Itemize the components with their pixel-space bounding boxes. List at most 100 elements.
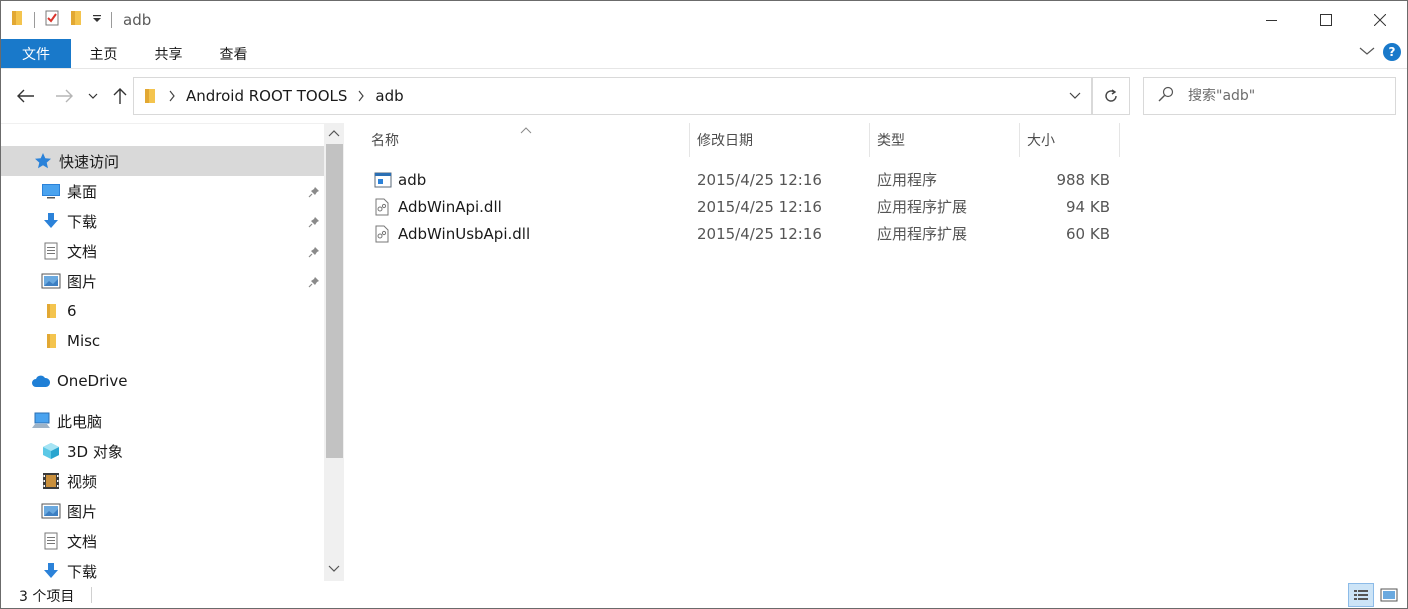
tab-file[interactable]: 文件 (1, 39, 71, 68)
tab-view[interactable]: 查看 (201, 39, 266, 68)
explorer-window: adb 文件 主页 共享 查看 ? Android ROOT TOOLS adb… (0, 0, 1408, 609)
column-header-name[interactable]: 名称 (371, 123, 399, 157)
file-modified: 2015/4/25 12:16 (697, 170, 822, 189)
large-icons-view-button[interactable] (1376, 583, 1402, 607)
chevron-down-icon[interactable] (1069, 89, 1081, 105)
pin-icon[interactable] (308, 214, 320, 232)
nav-item-folder-6[interactable]: 6 (1, 296, 324, 326)
details-view-button[interactable] (1348, 583, 1374, 607)
column-header-modified[interactable]: 修改日期 (697, 123, 753, 157)
nav-label: 下载 (67, 212, 98, 231)
recent-locations-button[interactable] (83, 84, 103, 108)
up-button[interactable] (107, 84, 133, 108)
file-list: 名称 修改日期 类型 大小 adb 2015/4/25 12:16 应用程序 9… (344, 123, 1407, 581)
folder-icon (11, 9, 25, 31)
file-row[interactable]: AdbWinApi.dll 2015/4/25 12:16 应用程序扩展 94 … (344, 193, 1407, 220)
file-size: 94 KB (1066, 197, 1110, 216)
folder-icon (41, 301, 61, 321)
properties-icon[interactable] (44, 9, 60, 31)
toolbar-divider (111, 12, 112, 28)
nav-item-3d-objects[interactable]: 3D 对象 (1, 436, 324, 466)
customize-toolbar-icon[interactable] (92, 12, 102, 28)
column-divider[interactable] (1019, 123, 1020, 157)
star-icon (33, 151, 53, 171)
window-title: adb (123, 11, 152, 29)
file-size: 60 KB (1066, 224, 1110, 243)
search-input[interactable] (1188, 88, 1378, 104)
documents-icon (41, 241, 61, 261)
nav-onedrive[interactable]: OneDrive (1, 366, 324, 396)
desktop-icon (41, 181, 61, 201)
nav-item-pictures[interactable]: 图片 (1, 266, 324, 296)
refresh-button[interactable] (1092, 77, 1130, 115)
breadcrumb-adb[interactable]: adb (375, 87, 403, 105)
dll-icon (375, 193, 389, 220)
column-header-size[interactable]: 大小 (1027, 123, 1055, 157)
column-divider[interactable] (869, 123, 870, 157)
maximize-button[interactable] (1299, 1, 1353, 39)
nav-label: 文档 (67, 242, 98, 261)
nav-this-pc[interactable]: 此电脑 (1, 406, 324, 436)
nav-item-downloads[interactable]: 下载 (1, 206, 324, 236)
scrollbar-thumb[interactable] (326, 144, 343, 458)
dll-icon (375, 220, 389, 247)
file-name: AdbWinApi.dll (398, 197, 502, 216)
chevron-right-icon[interactable] (168, 90, 176, 102)
nav-label: 图片 (67, 502, 98, 521)
nav-label: 下载 (67, 562, 98, 581)
nav-label: 文档 (67, 532, 98, 551)
new-folder-icon[interactable] (70, 9, 84, 31)
nav-label: 视频 (67, 472, 98, 491)
column-divider[interactable] (689, 123, 690, 157)
navigation-pane: 快速访问 桌面 下载 文档 图片 6 Misc OneDrive 此电脑 3D … (1, 123, 344, 581)
nav-item-pc-downloads[interactable]: 下载 (1, 556, 324, 581)
file-type: 应用程序 (877, 171, 938, 189)
file-row[interactable]: AdbWinUsbApi.dll 2015/4/25 12:16 应用程序扩展 … (344, 220, 1407, 247)
file-type: 应用程序扩展 (877, 225, 968, 243)
minimize-button[interactable] (1245, 1, 1299, 39)
title-bar: adb (1, 1, 1407, 39)
nav-item-videos[interactable]: 视频 (1, 466, 324, 496)
nav-item-misc[interactable]: Misc (1, 326, 324, 356)
column-header-type[interactable]: 类型 (877, 123, 905, 157)
file-row[interactable]: adb 2015/4/25 12:16 应用程序 988 KB (344, 166, 1407, 193)
status-bar: 3 个项目 (1, 581, 1407, 609)
nav-item-documents[interactable]: 文档 (1, 236, 324, 266)
nav-label: 6 (67, 302, 77, 320)
pictures-icon (41, 501, 61, 521)
chevron-right-icon[interactable] (357, 90, 365, 102)
ribbon-right-controls: ? (1359, 43, 1401, 61)
sort-ascending-icon (520, 123, 532, 139)
ribbon-tabs: 文件 主页 共享 查看 ? (1, 39, 1407, 69)
pin-icon[interactable] (308, 184, 320, 202)
window-controls (1245, 1, 1407, 39)
nav-label: 此电脑 (57, 412, 103, 431)
expand-ribbon-icon[interactable] (1359, 44, 1375, 60)
nav-quick-access[interactable]: 快速访问 (1, 146, 324, 176)
close-button[interactable] (1353, 1, 1407, 39)
breadcrumb-android-root-tools[interactable]: Android ROOT TOOLS (186, 87, 347, 105)
file-name: AdbWinUsbApi.dll (398, 224, 531, 243)
computer-icon (31, 411, 51, 431)
column-divider[interactable] (1119, 123, 1120, 157)
nav-label: OneDrive (57, 372, 128, 390)
forward-button[interactable] (51, 84, 77, 108)
folder-icon (144, 87, 158, 105)
address-bar[interactable]: Android ROOT TOOLS adb (133, 77, 1092, 115)
pin-icon[interactable] (308, 274, 320, 292)
nav-item-desktop[interactable]: 桌面 (1, 176, 324, 206)
tab-home[interactable]: 主页 (71, 39, 136, 68)
help-icon[interactable]: ? (1383, 43, 1401, 61)
nav-label: 3D 对象 (67, 442, 123, 461)
nav-scrollbar[interactable] (324, 124, 344, 581)
search-box[interactable] (1143, 77, 1396, 115)
back-button[interactable] (13, 84, 39, 108)
pin-icon[interactable] (308, 244, 320, 262)
nav-label: 图片 (67, 272, 98, 291)
toolbar-divider (34, 12, 35, 28)
nav-item-pc-pictures[interactable]: 图片 (1, 496, 324, 526)
chevron-down-icon[interactable] (328, 562, 340, 578)
chevron-up-icon[interactable] (328, 126, 340, 142)
nav-item-pc-documents[interactable]: 文档 (1, 526, 324, 556)
tab-share[interactable]: 共享 (136, 39, 201, 68)
